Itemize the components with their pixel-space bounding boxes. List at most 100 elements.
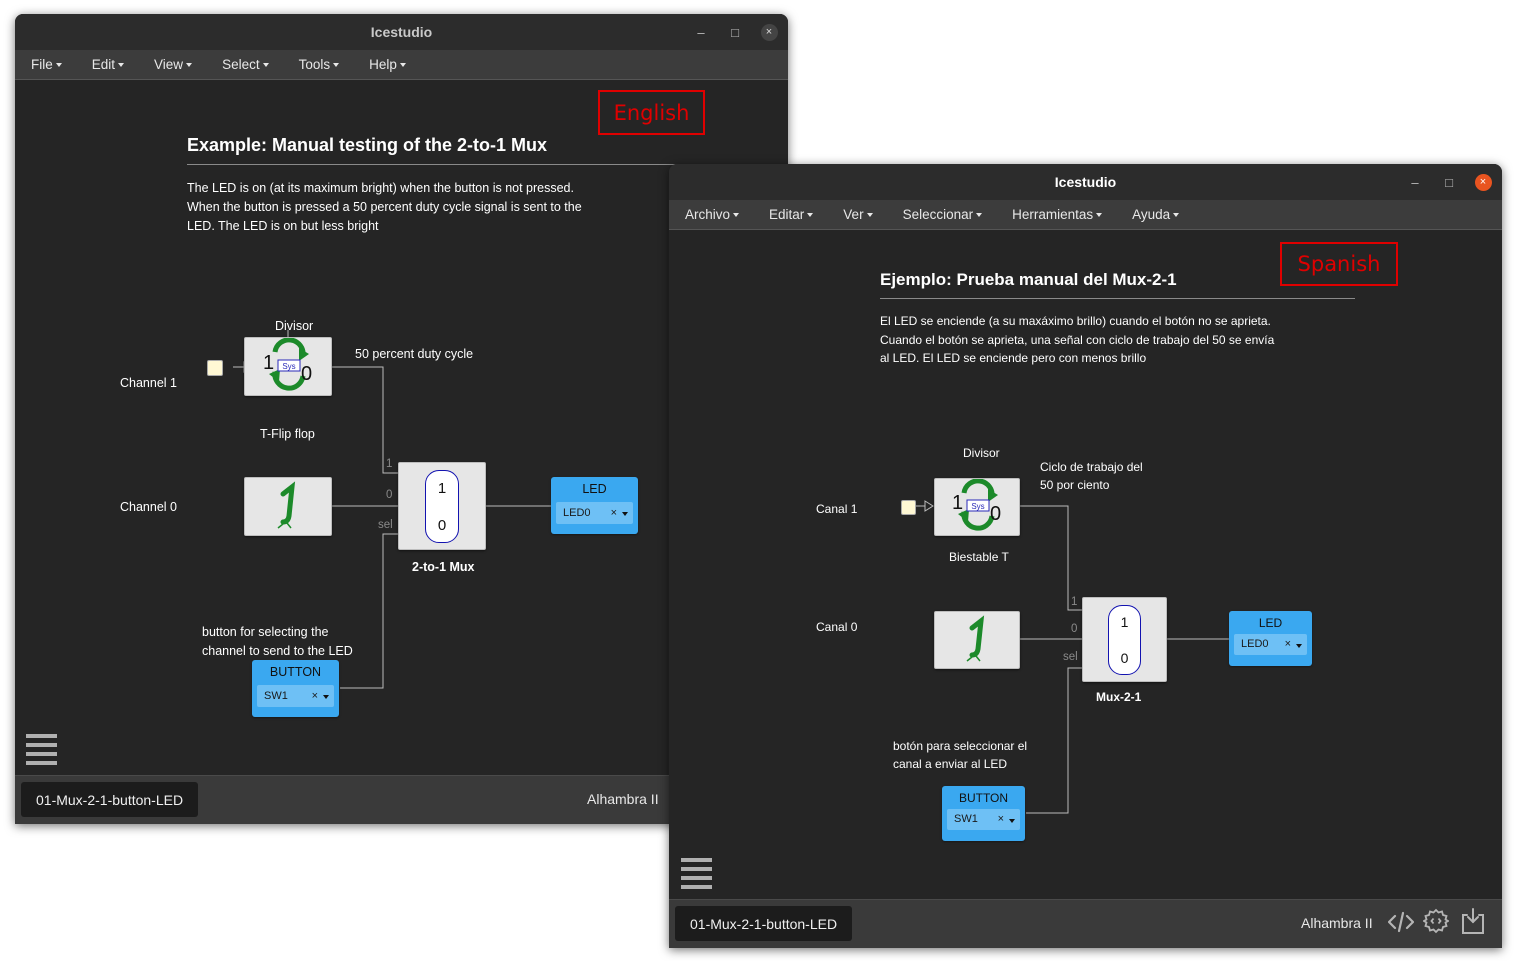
caret-down-icon	[807, 213, 814, 218]
clear-icon: ×	[997, 813, 1004, 825]
menu-help[interactable]: Help	[369, 57, 406, 72]
button-constant-block[interactable]	[934, 611, 1020, 669]
icestudio-window-spanish: Icestudio – □ × Archivo Editar Ver Selec…	[669, 164, 1502, 948]
button-pin-select[interactable]: SW1 ×	[947, 809, 1020, 830]
mux-body: 1 0	[425, 470, 459, 543]
menu-view[interactable]: View	[154, 57, 193, 72]
mux-pin-sel-label: sel	[1063, 651, 1078, 663]
led-pin-select[interactable]: LED0 ×	[556, 502, 633, 524]
led-output-port[interactable]: LED LED0 ×	[1229, 611, 1312, 666]
mux-label: Mux-2-1	[1096, 690, 1142, 704]
led-port-title: LED	[582, 482, 607, 496]
description: El LED se enciende (a su maxáximo brillo…	[880, 314, 1275, 365]
language-tag: Spanish	[1280, 242, 1398, 286]
button-pin-select[interactable]: SW1 ×	[257, 685, 334, 707]
maximize-button[interactable]: □	[720, 14, 750, 50]
mux-label: 2-to-1 Mux	[412, 560, 475, 574]
svg-text:Sys: Sys	[282, 362, 295, 371]
settings-gear-icon[interactable]	[1423, 908, 1449, 934]
menu-bar: File Edit View Select Tools Help	[15, 50, 788, 80]
button-finger-icon	[966, 615, 985, 662]
mux-2to1-block[interactable]: 1 0	[398, 462, 486, 550]
caret-down-icon	[333, 63, 340, 68]
mux-pin-1-label: 1	[1071, 596, 1078, 608]
svg-text:Sys: Sys	[971, 502, 984, 511]
duty-cycle-note: 50 percent duty cycle	[355, 347, 474, 361]
board-name[interactable]: Alhambra II	[587, 791, 659, 807]
close-button[interactable]: ×	[754, 14, 784, 50]
caret-down-icon	[399, 63, 406, 68]
close-icon: ×	[760, 23, 778, 41]
minimize-button[interactable]: –	[686, 14, 716, 50]
channel-0-label: Canal 0	[816, 620, 858, 634]
language-tag: English	[598, 90, 705, 135]
button-port-title: BUTTON	[269, 665, 322, 679]
divisor-label: Divisor	[275, 319, 314, 333]
minimize-button[interactable]: –	[1400, 164, 1430, 200]
window-titlebar: Icestudio	[669, 164, 1502, 200]
menu-edit[interactable]: Edit	[92, 57, 125, 72]
clear-icon: ×	[1284, 638, 1291, 650]
tflipflop-label: T-Flip flop	[260, 427, 315, 441]
button-input-port[interactable]: BUTTON SW1 ×	[252, 660, 339, 717]
window-title: Icestudio	[370, 24, 433, 40]
svg-text:0: 0	[990, 503, 1001, 525]
caret-down-icon	[262, 63, 269, 68]
button-input-port[interactable]: BUTTON SW1 ×	[942, 786, 1025, 841]
mux-2to1-block[interactable]: 1 0	[1082, 597, 1167, 682]
caret-down-icon	[186, 63, 193, 68]
menu-seleccionar[interactable]: Seleccionar	[903, 207, 983, 222]
window-titlebar: Icestudio	[15, 14, 788, 50]
tflipflop-label: Biestable T	[949, 550, 1009, 564]
tflipflop-icon: Sys 1 0	[263, 337, 312, 391]
design-canvas[interactable]: Spanish Ejemplo: Prueba manual del Mux-2…	[669, 230, 1502, 900]
close-button[interactable]: ×	[1468, 164, 1498, 200]
mux-pin-sel-label: sel	[378, 519, 393, 531]
menu-archivo[interactable]: Archivo	[685, 207, 740, 222]
title-underline	[880, 298, 1355, 299]
page-title: Example: Manual testing of the 2-to-1 Mu…	[187, 135, 548, 155]
menu-tools[interactable]: Tools	[299, 57, 340, 72]
file-tab[interactable]: 01-Mux-2-1-button-LED	[21, 782, 199, 817]
caret-down-icon	[118, 63, 125, 68]
caret-down-icon	[866, 213, 873, 218]
led-port-title: LED	[1258, 616, 1283, 630]
mux-pin-0-label: 0	[1071, 623, 1078, 635]
button-note: botón para seleccionar el canal a enviar…	[893, 739, 1028, 771]
dropdown-icon	[323, 695, 329, 699]
led-pin-select[interactable]: LED0 ×	[1234, 634, 1307, 655]
svg-text:1: 1	[952, 492, 963, 514]
title-underline	[187, 164, 683, 165]
window-title: Icestudio	[1054, 174, 1117, 190]
led-output-port[interactable]: LED LED0 ×	[551, 477, 638, 534]
clear-icon: ×	[610, 507, 617, 519]
status-bar: 01-Mux-2-1-button-LED Alhambra II	[669, 899, 1502, 948]
hamburger-menu-icon[interactable]	[26, 734, 57, 770]
menu-file[interactable]: File	[31, 57, 62, 72]
code-view-icon[interactable]	[1388, 910, 1414, 934]
menu-herramientas[interactable]: Herramientas	[1012, 207, 1103, 222]
upload-icon[interactable]	[1461, 907, 1485, 935]
button-note: button for selecting the channel to send…	[202, 625, 353, 658]
caret-down-icon	[976, 213, 983, 218]
menu-editar[interactable]: Editar	[769, 207, 814, 222]
file-tab[interactable]: 01-Mux-2-1-button-LED	[675, 906, 853, 941]
duty-cycle-note: Ciclo de trabajo del 50 por ciento	[1040, 460, 1143, 492]
mux-body: 1 0	[1108, 605, 1141, 675]
menu-select[interactable]: Select	[222, 57, 269, 72]
caret-down-icon	[1096, 213, 1103, 218]
constant-input[interactable]	[901, 500, 916, 515]
channel-1-label: Canal 1	[816, 502, 858, 516]
tflipflop-block[interactable]: Sys 1 0	[244, 337, 332, 396]
hamburger-menu-icon[interactable]	[681, 858, 712, 894]
button-finger-icon	[277, 481, 296, 529]
constant-input[interactable]	[207, 360, 223, 376]
menu-ayuda[interactable]: Ayuda	[1132, 207, 1180, 222]
board-name[interactable]: Alhambra II	[1301, 915, 1373, 931]
caret-down-icon	[733, 213, 740, 218]
maximize-button[interactable]: □	[1434, 164, 1464, 200]
svg-text:1: 1	[263, 352, 274, 374]
tflipflop-block[interactable]: Sys 1 0	[934, 478, 1020, 536]
menu-ver[interactable]: Ver	[843, 207, 873, 222]
button-constant-block[interactable]	[244, 477, 332, 536]
